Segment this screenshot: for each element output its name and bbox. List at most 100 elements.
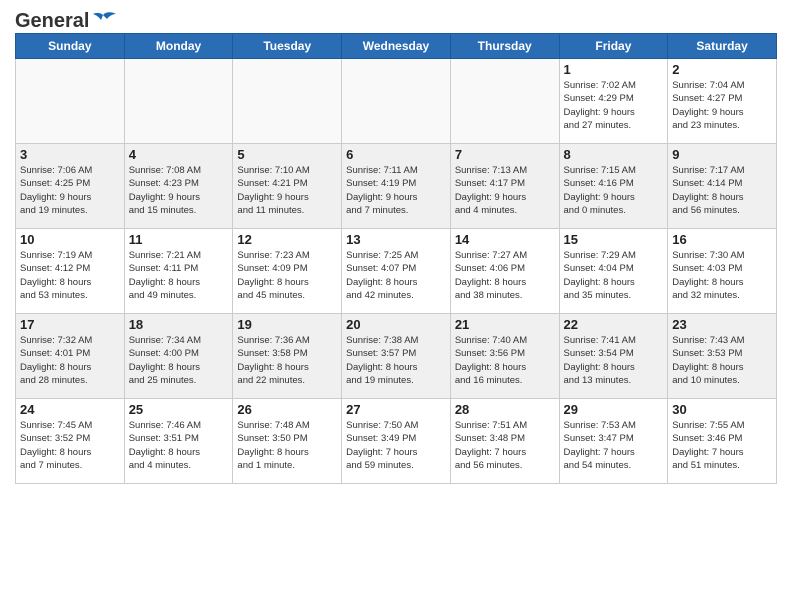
day-info: Sunrise: 7:38 AM Sunset: 3:57 PM Dayligh… xyxy=(346,334,446,387)
calendar-cell: 28Sunrise: 7:51 AM Sunset: 3:48 PM Dayli… xyxy=(450,399,559,484)
calendar-cell: 13 Sunrise: 7:25 AM Sunset: 4:07 PM Dayli… xyxy=(342,229,451,314)
day-number: 9 xyxy=(672,147,772,162)
day-number: 11 xyxy=(129,232,229,247)
day-number: 8 xyxy=(564,147,664,162)
calendar-cell: 8 Sunrise: 7:15 AM Sunset: 4:16 PM Daylig… xyxy=(559,144,668,229)
day-info: Sunrise: 7:34 AM Sunset: 4:00 PM Dayligh… xyxy=(129,334,229,387)
day-number: 29 xyxy=(564,402,664,417)
calendar-cell: 17Sunrise: 7:32 AM Sunset: 4:01 PM Dayli… xyxy=(16,314,125,399)
calendar-table: SundayMondayTuesdayWednesdayThursdayFrid… xyxy=(15,33,777,484)
calendar-cell: 16 Sunrise: 7:30 AM Sunset: 4:03 PM Dayli… xyxy=(668,229,777,314)
day-number: 2 xyxy=(672,62,772,77)
calendar-week-row: 24 Sunrise: 7:45 AM Sunset: 3:52 PM Dayli… xyxy=(16,399,777,484)
calendar-week-row: 3 Sunrise: 7:06 AM Sunset: 4:25 PM Daylig… xyxy=(16,144,777,229)
day-number: 7 xyxy=(455,147,555,162)
day-number: 30 xyxy=(672,402,772,417)
day-info: Sunrise: 7:25 AM Sunset: 4:07 PM Dayligh… xyxy=(346,249,446,302)
day-info: Sunrise: 7:10 AM Sunset: 4:21 PM Dayligh… xyxy=(237,164,337,217)
calendar-cell: 7 Sunrise: 7:13 AM Sunset: 4:17 PM Daylig… xyxy=(450,144,559,229)
calendar-cell: 10Sunrise: 7:19 AM Sunset: 4:12 PM Dayli… xyxy=(16,229,125,314)
calendar-day-header: Saturday xyxy=(668,34,777,59)
day-info: Sunrise: 7:40 AM Sunset: 3:56 PM Dayligh… xyxy=(455,334,555,387)
day-info: Sunrise: 7:46 AM Sunset: 3:51 PM Dayligh… xyxy=(129,419,229,472)
calendar-week-row: 10Sunrise: 7:19 AM Sunset: 4:12 PM Dayli… xyxy=(16,229,777,314)
calendar-cell: 30 Sunrise: 7:55 AM Sunset: 3:46 PM Dayli… xyxy=(668,399,777,484)
day-number: 27 xyxy=(346,402,446,417)
day-info: Sunrise: 7:15 AM Sunset: 4:16 PM Dayligh… xyxy=(564,164,664,217)
day-number: 14 xyxy=(455,232,555,247)
calendar-cell: 9 Sunrise: 7:17 AM Sunset: 4:14 PM Daylig… xyxy=(668,144,777,229)
calendar-day-header: Sunday xyxy=(16,34,125,59)
calendar-header-row: SundayMondayTuesdayWednesdayThursdayFrid… xyxy=(16,34,777,59)
calendar-cell: 21 Sunrise: 7:40 AM Sunset: 3:56 PM Dayli… xyxy=(450,314,559,399)
calendar-week-row: 1 Sunrise: 7:02 AM Sunset: 4:29 PM Daylig… xyxy=(16,59,777,144)
day-number: 15 xyxy=(564,232,664,247)
day-info: Sunrise: 7:50 AM Sunset: 3:49 PM Dayligh… xyxy=(346,419,446,472)
day-number: 17 xyxy=(20,317,120,332)
day-number: 5 xyxy=(237,147,337,162)
calendar-cell: 26 Sunrise: 7:48 AM Sunset: 3:50 PM Dayli… xyxy=(233,399,342,484)
day-info: Sunrise: 7:04 AM Sunset: 4:27 PM Dayligh… xyxy=(672,79,772,132)
day-info: Sunrise: 7:02 AM Sunset: 4:29 PM Dayligh… xyxy=(564,79,664,132)
calendar-cell: 27 Sunrise: 7:50 AM Sunset: 3:49 PM Dayli… xyxy=(342,399,451,484)
calendar-cell xyxy=(124,59,233,144)
calendar-cell: 4Sunrise: 7:08 AM Sunset: 4:23 PM Daylig… xyxy=(124,144,233,229)
calendar-cell xyxy=(233,59,342,144)
day-info: Sunrise: 7:30 AM Sunset: 4:03 PM Dayligh… xyxy=(672,249,772,302)
calendar-cell: 23 Sunrise: 7:43 AM Sunset: 3:53 PM Dayli… xyxy=(668,314,777,399)
day-info: Sunrise: 7:41 AM Sunset: 3:54 PM Dayligh… xyxy=(564,334,664,387)
calendar-day-header: Monday xyxy=(124,34,233,59)
day-number: 25 xyxy=(129,402,229,417)
day-info: Sunrise: 7:17 AM Sunset: 4:14 PM Dayligh… xyxy=(672,164,772,217)
logo: General xyxy=(15,10,117,29)
calendar-cell: 14 Sunrise: 7:27 AM Sunset: 4:06 PM Dayli… xyxy=(450,229,559,314)
calendar-day-header: Wednesday xyxy=(342,34,451,59)
calendar-cell xyxy=(16,59,125,144)
day-number: 24 xyxy=(20,402,120,417)
calendar-cell: 25 Sunrise: 7:46 AM Sunset: 3:51 PM Dayli… xyxy=(124,399,233,484)
calendar-cell: 3 Sunrise: 7:06 AM Sunset: 4:25 PM Daylig… xyxy=(16,144,125,229)
day-info: Sunrise: 7:55 AM Sunset: 3:46 PM Dayligh… xyxy=(672,419,772,472)
day-info: Sunrise: 7:13 AM Sunset: 4:17 PM Dayligh… xyxy=(455,164,555,217)
calendar-day-header: Thursday xyxy=(450,34,559,59)
calendar-cell: 15Sunrise: 7:29 AM Sunset: 4:04 PM Dayli… xyxy=(559,229,668,314)
day-info: Sunrise: 7:06 AM Sunset: 4:25 PM Dayligh… xyxy=(20,164,120,217)
calendar-cell xyxy=(342,59,451,144)
calendar-cell: 24 Sunrise: 7:45 AM Sunset: 3:52 PM Dayli… xyxy=(16,399,125,484)
calendar-cell: 2 Sunrise: 7:04 AM Sunset: 4:27 PM Daylig… xyxy=(668,59,777,144)
day-number: 21 xyxy=(455,317,555,332)
calendar-cell: 11 Sunrise: 7:21 AM Sunset: 4:11 PM Dayli… xyxy=(124,229,233,314)
day-info: Sunrise: 7:23 AM Sunset: 4:09 PM Dayligh… xyxy=(237,249,337,302)
day-number: 13 xyxy=(346,232,446,247)
day-info: Sunrise: 7:27 AM Sunset: 4:06 PM Dayligh… xyxy=(455,249,555,302)
day-info: Sunrise: 7:08 AM Sunset: 4:23 PM Dayligh… xyxy=(129,164,229,217)
day-number: 23 xyxy=(672,317,772,332)
calendar-cell: 5 Sunrise: 7:10 AM Sunset: 4:21 PM Daylig… xyxy=(233,144,342,229)
calendar-day-header: Tuesday xyxy=(233,34,342,59)
day-info: Sunrise: 7:36 AM Sunset: 3:58 PM Dayligh… xyxy=(237,334,337,387)
day-number: 6 xyxy=(346,147,446,162)
day-number: 12 xyxy=(237,232,337,247)
day-number: 3 xyxy=(20,147,120,162)
calendar-cell: 19Sunrise: 7:36 AM Sunset: 3:58 PM Dayli… xyxy=(233,314,342,399)
day-number: 28 xyxy=(455,402,555,417)
day-info: Sunrise: 7:21 AM Sunset: 4:11 PM Dayligh… xyxy=(129,249,229,302)
logo-bird-icon xyxy=(89,11,117,33)
calendar-day-header: Friday xyxy=(559,34,668,59)
calendar-cell: 18 Sunrise: 7:34 AM Sunset: 4:00 PM Dayli… xyxy=(124,314,233,399)
day-info: Sunrise: 7:48 AM Sunset: 3:50 PM Dayligh… xyxy=(237,419,337,472)
day-info: Sunrise: 7:43 AM Sunset: 3:53 PM Dayligh… xyxy=(672,334,772,387)
calendar-cell: 20Sunrise: 7:38 AM Sunset: 3:57 PM Dayli… xyxy=(342,314,451,399)
day-number: 26 xyxy=(237,402,337,417)
day-info: Sunrise: 7:53 AM Sunset: 3:47 PM Dayligh… xyxy=(564,419,664,472)
calendar-cell: 6 Sunrise: 7:11 AM Sunset: 4:19 PM Daylig… xyxy=(342,144,451,229)
day-number: 18 xyxy=(129,317,229,332)
day-info: Sunrise: 7:45 AM Sunset: 3:52 PM Dayligh… xyxy=(20,419,120,472)
day-number: 16 xyxy=(672,232,772,247)
day-info: Sunrise: 7:11 AM Sunset: 4:19 PM Dayligh… xyxy=(346,164,446,217)
calendar-cell: 1 Sunrise: 7:02 AM Sunset: 4:29 PM Daylig… xyxy=(559,59,668,144)
day-number: 22 xyxy=(564,317,664,332)
calendar-cell xyxy=(450,59,559,144)
header: General xyxy=(15,10,777,29)
day-number: 1 xyxy=(564,62,664,77)
